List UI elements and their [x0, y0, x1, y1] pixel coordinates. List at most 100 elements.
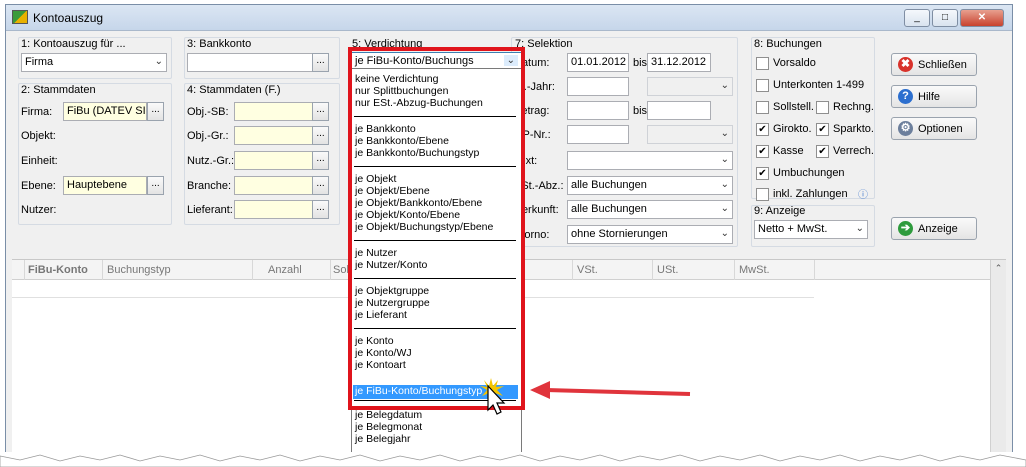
chevron-down-icon: ⌄	[720, 203, 729, 214]
anzeige-label: 9: Anzeige	[754, 205, 806, 217]
sollstell-checkbox[interactable]	[756, 101, 769, 114]
unterkonten-label: Unterkonten 1-499	[773, 79, 865, 91]
nutz-gr-label: Nutz.-Gr.:	[187, 155, 235, 167]
wjahr-select[interactable]: ⌄	[647, 77, 733, 96]
lieferant-browse-button[interactable]: ...	[312, 200, 329, 219]
minimize-button[interactable]: _	[904, 9, 930, 27]
branche-browse-button[interactable]: ...	[312, 176, 329, 195]
zahlungen-checkbox[interactable]	[756, 188, 769, 201]
einheit-label: Einheit:	[21, 155, 58, 167]
betrag-bis-label: bis	[633, 105, 648, 117]
wjahr-input[interactable]	[567, 77, 629, 96]
firma-input[interactable]: FiBu (DATEV SI	[63, 102, 147, 121]
stammdaten-f-label: 4: Stammdaten (F.)	[187, 84, 281, 96]
anzeige-select[interactable]: Netto + MwSt. ⌄	[754, 220, 868, 239]
umbuchungen-checkbox[interactable]: ✔	[756, 167, 769, 180]
ebene-input[interactable]: Hauptebene	[63, 176, 147, 195]
scroll-up-icon[interactable]: ⌃	[991, 263, 1006, 274]
umbuchungen-label: Umbuchungen	[773, 167, 845, 179]
stammdaten-label: 2: Stammdaten	[21, 84, 96, 96]
rechng-label: Rechng.	[833, 101, 874, 113]
chevron-down-icon: ⌄	[720, 128, 729, 139]
branche-input[interactable]	[234, 176, 313, 195]
obj-sb-label: Obj.-SB:	[187, 106, 229, 118]
rechng-checkbox[interactable]	[816, 101, 829, 114]
title-bar: Kontoauszug _ □ ✕	[6, 5, 1012, 31]
optionen-button[interactable]: ⚙ Optionen	[891, 117, 977, 140]
arrow-right-icon: ➔	[898, 221, 913, 236]
grid-scrollbar[interactable]: ⌃	[990, 260, 1006, 455]
chevron-down-icon: ⌄	[154, 56, 163, 67]
col-vst[interactable]: VSt.	[577, 264, 598, 276]
kontoauszug-fuer-label: 1: Kontoauszug für ...	[21, 38, 126, 50]
hilfe-button[interactable]: ? Hilfe	[891, 85, 977, 108]
gear-icon: ⚙	[898, 121, 913, 136]
herkunft-select[interactable]: alle Buchungen ⌄	[567, 200, 733, 219]
dropdown-item[interactable]: je Belegdatum	[355, 409, 422, 421]
maximize-button[interactable]: □	[932, 9, 958, 27]
col-fibu-konto[interactable]: FiBu-Konto	[28, 264, 88, 276]
girokto-label: Girokto.	[773, 123, 812, 135]
torn-edge	[0, 452, 1026, 467]
chevron-down-icon: ⌄	[720, 179, 729, 190]
bankkonto-browse-button[interactable]: ...	[312, 53, 329, 72]
obj-gr-browse-button[interactable]: ...	[312, 126, 329, 145]
close-button[interactable]: ✕	[960, 9, 1004, 27]
ebene-label: Ebene:	[21, 180, 56, 192]
date-from-input[interactable]: 01.01.2012	[567, 53, 629, 72]
anzeige-value: Netto + MwSt.	[758, 223, 828, 235]
dropdown-item[interactable]: je Belegmonat	[355, 421, 422, 433]
obj-gr-input[interactable]	[234, 126, 313, 145]
schliessen-button[interactable]: ✖ Schließen	[891, 53, 977, 76]
obj-sb-input[interactable]	[234, 102, 313, 121]
date-to-input[interactable]: 31.12.2012	[647, 53, 711, 72]
est-abz-select[interactable]: alle Buchungen ⌄	[567, 176, 733, 195]
app-icon	[12, 10, 28, 24]
highlight-box	[348, 47, 525, 410]
bankkonto-input[interactable]	[187, 53, 313, 72]
betrag-from-input[interactable]	[567, 101, 629, 120]
verrech-checkbox[interactable]: ✔	[816, 145, 829, 158]
chevron-down-icon: ⌄	[720, 154, 729, 165]
nutzer-label: Nutzer:	[21, 204, 57, 216]
optionen-label: Optionen	[918, 123, 963, 135]
op-nr-select[interactable]: ⌄	[647, 125, 733, 144]
sparkto-label: Sparkto.	[833, 123, 874, 135]
kasse-label: Kasse	[773, 145, 804, 157]
unterkonten-checkbox[interactable]	[756, 79, 769, 92]
col-ust[interactable]: USt.	[657, 264, 678, 276]
text-select[interactable]: ⌄	[567, 151, 733, 170]
ebene-browse-button[interactable]: ...	[147, 176, 164, 195]
kasse-checkbox[interactable]: ✔	[756, 145, 769, 158]
kontoauszug-fuer-select[interactable]: Firma ⌄	[21, 53, 167, 72]
storno-select[interactable]: ohne Stornierungen ⌄	[567, 225, 733, 244]
vorsaldo-checkbox[interactable]	[756, 57, 769, 70]
sparkto-checkbox[interactable]: ✔	[816, 123, 829, 136]
girokto-checkbox[interactable]: ✔	[756, 123, 769, 136]
nutz-gr-browse-button[interactable]: ...	[312, 151, 329, 170]
schliessen-label: Schließen	[918, 59, 967, 71]
betrag-to-input[interactable]	[647, 101, 711, 120]
nutz-gr-input[interactable]	[234, 151, 313, 170]
herkunft-value: alle Buchungen	[571, 203, 647, 215]
close-x-icon: ✖	[898, 57, 913, 72]
est-abz-value: alle Buchungen	[571, 179, 647, 191]
op-nr-input[interactable]	[567, 125, 629, 144]
anzeige-button[interactable]: ➔ Anzeige	[891, 217, 977, 240]
col-buchungstyp[interactable]: Buchungstyp	[107, 264, 171, 276]
col-anzahl[interactable]: Anzahl	[268, 264, 302, 276]
bankkonto-label: 3: Bankkonto	[187, 38, 252, 50]
hilfe-label: Hilfe	[918, 91, 941, 103]
branche-label: Branche:	[187, 180, 232, 192]
firma-label: Firma:	[21, 106, 53, 118]
objekt-label: Objekt:	[21, 130, 56, 142]
sollstell-label: Sollstell.	[773, 101, 814, 113]
info-icon[interactable]: ⓘ	[858, 186, 868, 201]
lieferant-input[interactable]	[234, 200, 313, 219]
firma-browse-button[interactable]: ...	[147, 102, 164, 121]
verrech-label: Verrech.	[833, 145, 874, 157]
dropdown-item[interactable]: je Belegjahr	[355, 433, 410, 445]
datum-bis-label: bis	[633, 57, 648, 69]
col-mwst[interactable]: MwSt.	[739, 264, 770, 276]
obj-sb-browse-button[interactable]: ...	[312, 102, 329, 121]
